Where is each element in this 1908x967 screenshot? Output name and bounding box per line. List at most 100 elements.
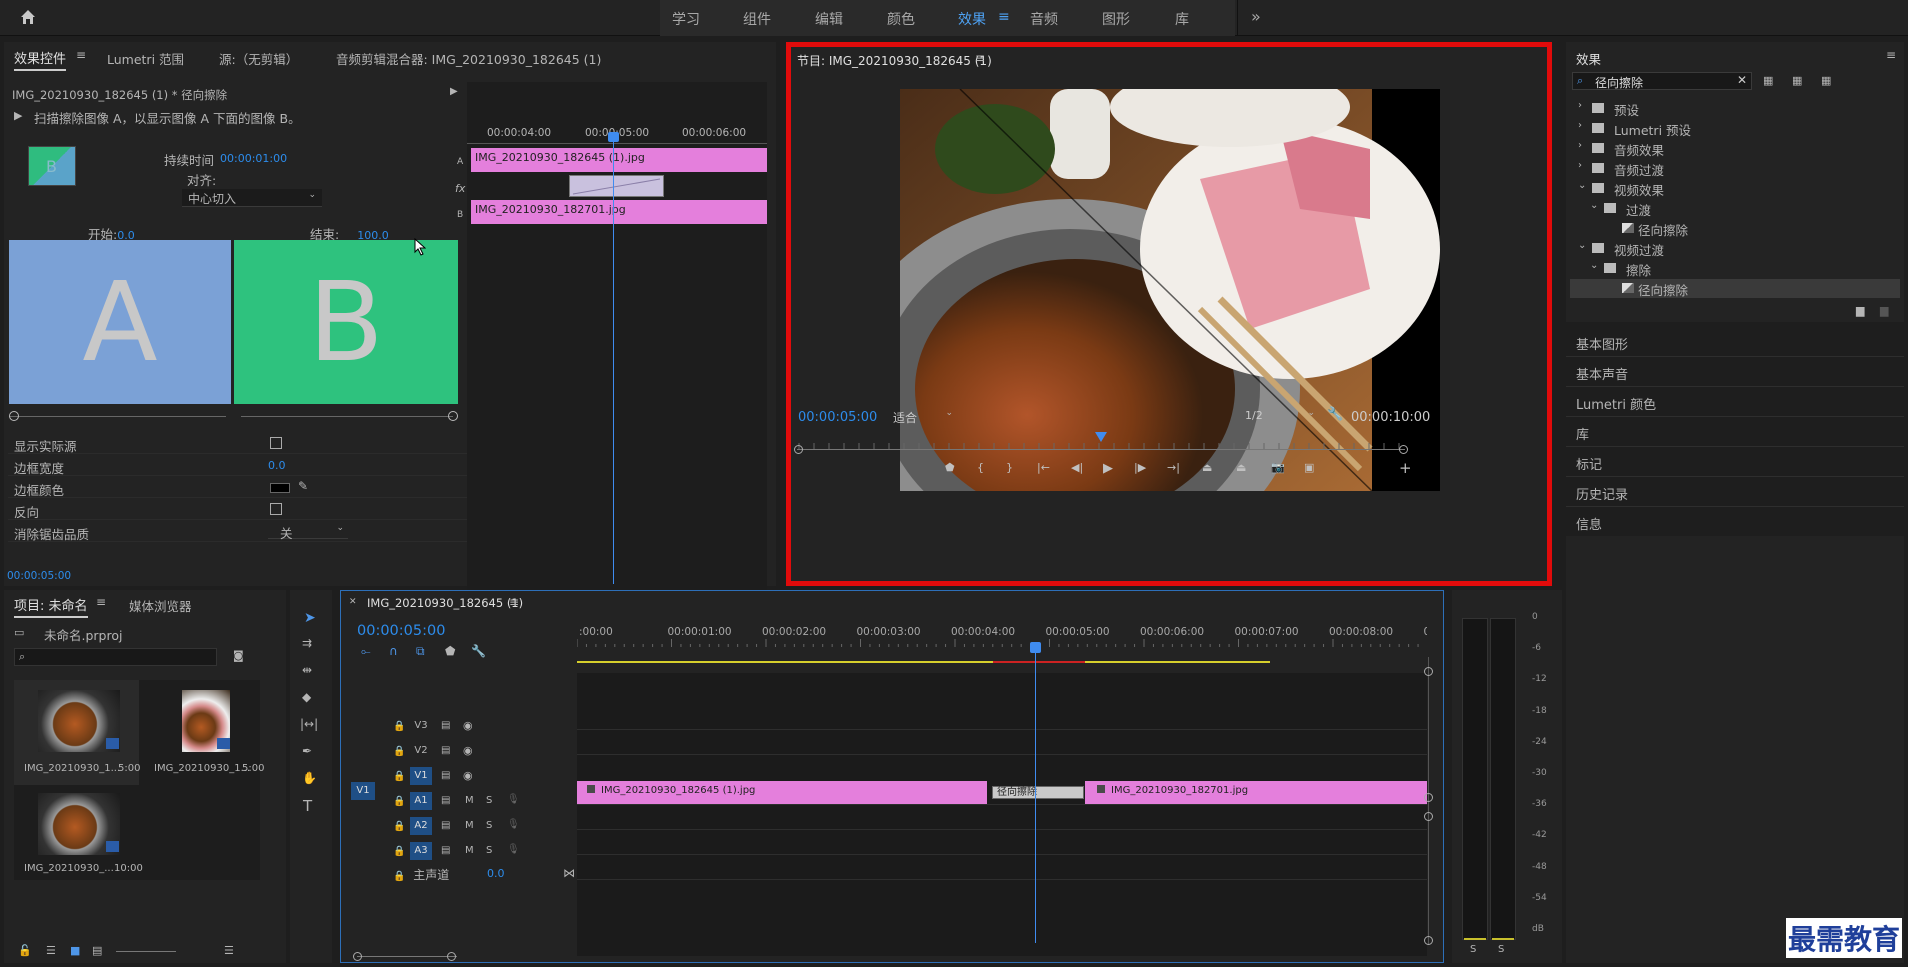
- eyedropper-icon[interactable]: ✎: [298, 479, 308, 493]
- panel-menu-icon[interactable]: ≡: [96, 595, 106, 609]
- effects-tree-item[interactable]: › Lumetri 预设: [1570, 119, 1900, 138]
- ripple-edit-tool-icon[interactable]: ⇹: [302, 663, 312, 677]
- track-label[interactable]: A3: [410, 842, 432, 860]
- side-libraries[interactable]: 库: [1576, 424, 1589, 443]
- step-forward-icon[interactable]: |▶: [1134, 461, 1146, 474]
- fit-dropdown[interactable]: 适合 ⌄: [887, 408, 957, 426]
- resolution-dropdown[interactable]: 1/2 ⌄: [1239, 408, 1319, 426]
- tab-effect-controls[interactable]: 效果控件: [14, 48, 67, 71]
- end-handle[interactable]: [448, 411, 458, 421]
- export-frame-icon[interactable]: 📷: [1271, 461, 1285, 474]
- tab-source[interactable]: 源:（无剪辑）: [219, 49, 298, 68]
- solo-left-button[interactable]: S: [1470, 944, 1476, 955]
- program-playhead[interactable]: [1095, 432, 1107, 442]
- add-marker-icon[interactable]: ⬟: [945, 461, 955, 474]
- antialias-dropdown[interactable]: 关 ⌄: [268, 523, 348, 541]
- tab-graphics[interactable]: 图形: [1102, 9, 1130, 29]
- effects-tree-item[interactable]: ⌄ 视频过渡: [1570, 239, 1900, 258]
- effects-tree-item[interactable]: ⌄ 擦除: [1570, 259, 1900, 278]
- razor-tool-icon[interactable]: ◆: [302, 690, 311, 704]
- track-label[interactable]: V1: [410, 767, 432, 785]
- tab-effects[interactable]: 效果: [958, 9, 986, 29]
- project-item[interactable]: IMG_20210930_1... 5:00: [142, 680, 264, 785]
- show-source-checkbox[interactable]: [270, 437, 282, 449]
- ec-clip-b[interactable]: IMG_20210930_182701.jpg: [471, 200, 767, 224]
- tab-libraries[interactable]: 库: [1175, 9, 1189, 29]
- tab-audio[interactable]: 音频: [1030, 9, 1058, 29]
- hand-tool-icon[interactable]: ✋: [302, 771, 317, 785]
- step-back-icon[interactable]: ◀|: [1071, 461, 1083, 474]
- eye-icon[interactable]: ◉: [463, 769, 473, 782]
- linked-selection-icon[interactable]: ⧉: [416, 644, 425, 659]
- solo-button[interactable]: S: [486, 845, 492, 856]
- solo-button[interactable]: S: [486, 795, 492, 806]
- more-workspaces-icon[interactable]: »: [1251, 7, 1261, 26]
- play-button[interactable]: ▶: [1103, 461, 1113, 476]
- go-to-out-icon[interactable]: →|: [1167, 461, 1180, 474]
- eye-icon[interactable]: ◉: [463, 744, 473, 757]
- lock-icon[interactable]: 🔒: [393, 871, 405, 882]
- slip-tool-icon[interactable]: |↔|: [300, 717, 318, 731]
- lock-icon[interactable]: 🔓: [18, 944, 32, 957]
- sort-icon[interactable]: ☰: [224, 944, 234, 957]
- play-icon[interactable]: ▶: [14, 109, 22, 122]
- timeline-clip-2[interactable]: IMG_20210930_182701.jpg: [1085, 781, 1427, 804]
- snap-icon[interactable]: ∩: [389, 644, 398, 658]
- delete-icon[interactable]: ▆: [1880, 304, 1888, 317]
- project-search[interactable]: ⌕: [14, 648, 217, 666]
- find-icon[interactable]: ◙: [233, 649, 244, 662]
- list-view-icon[interactable]: ☰: [46, 944, 56, 957]
- lock-icon[interactable]: 🔒: [393, 846, 405, 857]
- tab-lumetri-scopes[interactable]: Lumetri 范围: [107, 49, 184, 68]
- panel-menu-icon[interactable]: ≡: [76, 48, 86, 62]
- nest-icon[interactable]: ⟜: [361, 644, 371, 659]
- selection-tool-icon[interactable]: ➤: [304, 610, 316, 626]
- border-width-value[interactable]: 0.0: [268, 459, 286, 472]
- lock-icon[interactable]: 🔒: [393, 796, 405, 807]
- tab-effects-menu-icon[interactable]: ≡: [998, 9, 1010, 25]
- mute-button[interactable]: M: [465, 795, 474, 806]
- mic-icon[interactable]: 🎙: [507, 844, 520, 855]
- lock-icon[interactable]: 🔒: [393, 771, 405, 782]
- effects-tree-item[interactable]: › 预设: [1570, 99, 1900, 118]
- play-transition-icon[interactable]: ▶: [450, 86, 458, 97]
- track-label[interactable]: V2: [410, 742, 432, 760]
- end-slider[interactable]: [241, 416, 453, 417]
- timeline-clip-1[interactable]: IMG_20210930_182645 (1).jpg: [577, 781, 987, 804]
- effects-tree-item[interactable]: › 音频效果: [1570, 139, 1900, 158]
- border-color-swatch[interactable]: [270, 483, 290, 493]
- toggle-sync-icon[interactable]: ▤: [441, 745, 450, 756]
- work-area-bar[interactable]: [577, 661, 1270, 663]
- duration-value[interactable]: 00:00:01:00: [220, 152, 287, 165]
- side-info[interactable]: 信息: [1576, 514, 1602, 533]
- toggle-sync-icon[interactable]: ▤: [441, 720, 450, 731]
- tab-editing[interactable]: 编辑: [815, 9, 843, 29]
- side-lumetri-color[interactable]: Lumetri 颜色: [1576, 394, 1656, 413]
- mic-icon[interactable]: 🎙: [507, 794, 520, 805]
- zoom-slider[interactable]: [116, 951, 176, 952]
- icon-view-icon[interactable]: ■: [70, 944, 80, 957]
- wrench-icon[interactable]: 🔧: [1327, 407, 1343, 422]
- tab-learn[interactable]: 学习: [672, 9, 700, 29]
- wrench-icon[interactable]: 🔧: [471, 644, 486, 658]
- clear-search-icon[interactable]: ✕: [1737, 73, 1747, 87]
- eye-icon[interactable]: ◉: [463, 719, 473, 732]
- side-history[interactable]: 历史记录: [1576, 484, 1628, 503]
- accelerated-effects-icon[interactable]: ▦: [1763, 74, 1773, 87]
- mute-button[interactable]: M: [465, 820, 474, 831]
- panel-menu-icon[interactable]: ≡: [1886, 48, 1896, 62]
- reverse-checkbox[interactable]: [270, 503, 282, 515]
- toggle-sync-icon[interactable]: ▤: [441, 820, 450, 831]
- panel-menu-icon[interactable]: ≡: [509, 595, 519, 609]
- new-bin-icon[interactable]: ▆: [1856, 304, 1864, 317]
- mark-out-icon[interactable]: }: [1006, 461, 1013, 474]
- tab-assembly[interactable]: 组件: [743, 9, 771, 29]
- side-basic-graphics[interactable]: 基本图形: [1576, 334, 1628, 353]
- timeline-tab-title[interactable]: IMG_20210930_182645 (1): [367, 596, 523, 610]
- lift-icon[interactable]: ⏏: [1202, 461, 1212, 474]
- effects-search[interactable]: ⌕ 径向擦除 ✕: [1572, 72, 1752, 90]
- mark-in-icon[interactable]: {: [977, 461, 984, 474]
- add-button-icon[interactable]: +: [1399, 459, 1412, 477]
- lock-icon[interactable]: 🔒: [393, 821, 405, 832]
- panel-menu-icon[interactable]: ≡: [975, 51, 985, 65]
